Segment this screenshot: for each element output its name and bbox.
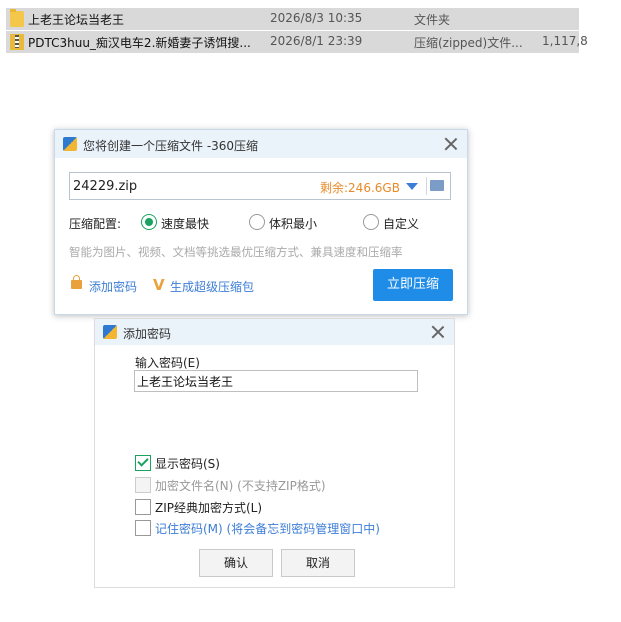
- archive-name-value[interactable]: 24229.zip: [73, 179, 137, 194]
- folder-icon: [10, 9, 24, 27]
- ok-button[interactable]: 确认: [199, 549, 273, 577]
- cancel-button[interactable]: 取消: [281, 549, 355, 577]
- compress-dialog: 您将创建一个压缩文件 -360压缩 24229.zip 剩余:246.6GB 压…: [54, 129, 468, 315]
- add-password-label[interactable]: 添加密码: [89, 278, 137, 295]
- file-type: 文件夹: [414, 13, 451, 27]
- file-date: 2026/8/1 23:39: [270, 34, 363, 48]
- divider: [426, 177, 427, 195]
- archive-name-field[interactable]: 24229.zip 剩余:246.6GB: [69, 172, 451, 200]
- file-type: 压缩(zipped)文件...: [414, 36, 523, 50]
- v-badge-icon: V: [153, 276, 165, 294]
- dropdown-arrow-icon[interactable]: [406, 183, 418, 190]
- file-row[interactable]: 上老王论坛当老王 2026/8/3 10:35 文件夹: [6, 8, 579, 30]
- encrypt-filename-label[interactable]: 加密文件名(N) (不支持ZIP格式): [155, 477, 326, 494]
- radio-fastest-label[interactable]: 速度最快: [161, 215, 209, 232]
- encrypt-filename-checkbox[interactable]: [135, 477, 151, 493]
- lock-icon: [71, 275, 82, 289]
- folder-browse-icon[interactable]: [430, 180, 444, 191]
- compress-now-button[interactable]: 立即压缩: [373, 269, 453, 301]
- zip-classic-encryption-label[interactable]: ZIP经典加密方式(L): [155, 499, 262, 516]
- file-row[interactable]: PDTC3huu_痴汉电车2.新婚妻子诱饵搜... 2026/8/1 23:39…: [6, 31, 588, 53]
- file-list: 上老王论坛当老王 2026/8/3 10:35 文件夹 PDTC3huu_痴汉电…: [6, 8, 588, 54]
- radio-custom[interactable]: [363, 214, 379, 230]
- config-label: 压缩配置:: [69, 217, 122, 231]
- password-dialog-title: 添加密码: [123, 327, 172, 341]
- show-password-label[interactable]: 显示密码(S): [155, 455, 220, 472]
- file-name: 上老王论坛当老王: [28, 13, 125, 27]
- app-360zip-icon: [103, 325, 117, 339]
- remember-password-checkbox[interactable]: [135, 520, 151, 536]
- app-360zip-icon: [63, 137, 77, 151]
- remember-password-label[interactable]: 记住密码(M) (将会备忘到密码管理窗口中): [155, 520, 380, 537]
- compress-config: 压缩配置: 速度最快 体积最小 自定义: [69, 214, 459, 232]
- radio-smallest-label[interactable]: 体积最小: [269, 215, 317, 232]
- compress-dialog-title: 您将创建一个压缩文件 -360压缩: [83, 139, 259, 153]
- file-date: 2026/8/3 10:35: [270, 11, 363, 25]
- super-zip-label[interactable]: 生成超级压缩包: [170, 278, 254, 295]
- password-input[interactable]: [134, 370, 418, 392]
- show-password-checkbox[interactable]: [135, 455, 151, 471]
- close-icon[interactable]: [443, 136, 459, 152]
- file-name: PDTC3huu_痴汉电车2.新婚妻子诱饵搜...: [28, 36, 251, 50]
- zip-file-icon: [10, 34, 24, 50]
- radio-smallest[interactable]: [249, 214, 265, 230]
- radio-fastest[interactable]: [141, 214, 157, 230]
- close-icon[interactable]: [430, 324, 446, 340]
- password-input-label: 输入密码(E): [135, 356, 200, 370]
- radio-custom-label[interactable]: 自定义: [383, 215, 419, 232]
- compress-hint: 智能为图片、视频、文档等挑选最优压缩方式、兼具速度和压缩率: [69, 245, 403, 259]
- zip-classic-encryption-checkbox[interactable]: [135, 499, 151, 515]
- file-size: 1,117,8: [542, 34, 588, 48]
- add-password-dialog: 添加密码 输入密码(E) 显示密码(S) 加密文件名(N) (不支持ZIP格式)…: [94, 318, 455, 588]
- compress-dialog-titlebar[interactable]: 您将创建一个压缩文件 -360压缩: [55, 130, 467, 158]
- remaining-space: 剩余:246.6GB: [320, 181, 400, 195]
- password-dialog-titlebar[interactable]: 添加密码: [95, 319, 454, 345]
